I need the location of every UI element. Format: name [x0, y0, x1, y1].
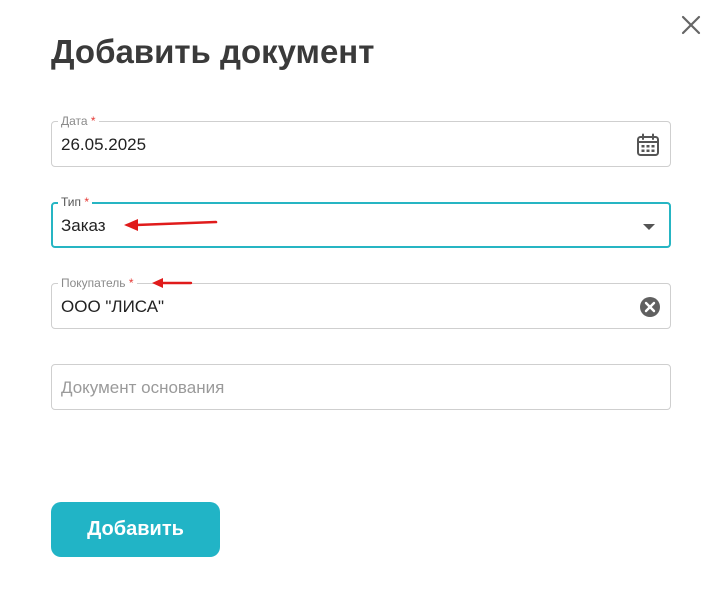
required-mark: *	[84, 195, 90, 209]
buyer-label-text: Покупатель	[61, 276, 126, 290]
close-icon	[681, 15, 701, 35]
clear-circle-icon	[640, 297, 660, 317]
buyer-value[interactable]: ООО "ЛИСА"	[61, 297, 164, 317]
required-mark: *	[128, 276, 134, 290]
close-button[interactable]	[680, 14, 702, 36]
type-dropdown-toggle[interactable]	[637, 214, 661, 238]
caret-down-icon	[643, 224, 655, 230]
base-document-placeholder: Документ основания	[61, 378, 225, 397]
type-field-label: Тип *	[58, 195, 93, 209]
buyer-field[interactable]: Покупатель * ООО "ЛИСА"	[51, 276, 671, 329]
buyer-field-label: Покупатель *	[58, 276, 137, 290]
dialog-title: Добавить документ	[51, 33, 375, 70]
base-document-field[interactable]: Документ основания	[51, 364, 671, 410]
date-value[interactable]: 26.05.2025	[61, 135, 146, 155]
type-select[interactable]: Тип * Заказ	[51, 195, 671, 248]
calendar-button[interactable]	[636, 133, 660, 157]
type-value[interactable]: Заказ	[61, 216, 106, 236]
add-button[interactable]: Добавить	[51, 502, 220, 557]
date-label-text: Дата	[61, 114, 88, 128]
type-label-text: Тип	[61, 195, 82, 209]
required-mark: *	[90, 114, 96, 128]
date-field[interactable]: Дата * 26.05.2025	[51, 114, 671, 167]
add-document-dialog: Добавить документ Дата * 26.05.2025 Тип …	[0, 0, 721, 593]
date-field-label: Дата *	[58, 114, 99, 128]
calendar-icon	[637, 133, 659, 156]
clear-buyer-button[interactable]	[638, 295, 662, 319]
